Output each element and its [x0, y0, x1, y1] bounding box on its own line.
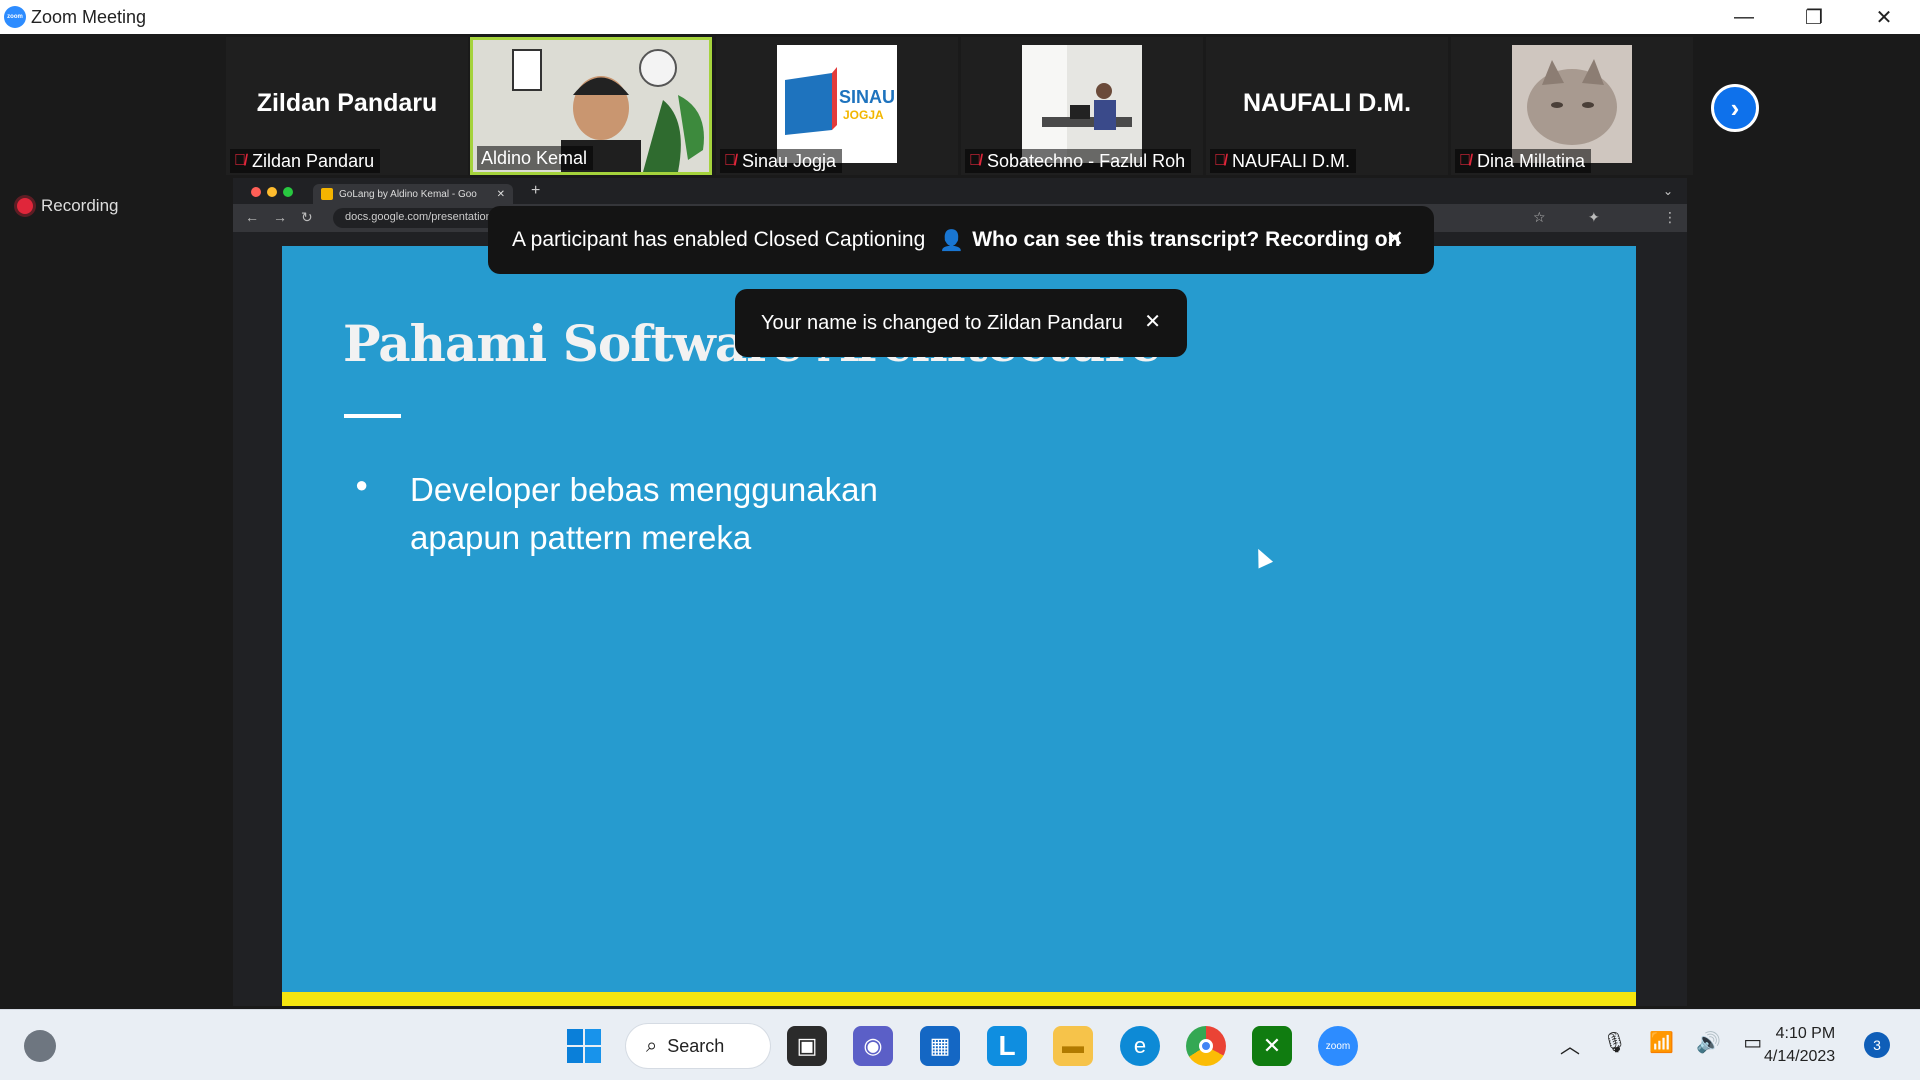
slide-bullet-line: apapun pattern mereka — [410, 519, 752, 556]
participant-tile-sinau-jogja[interactable]: SINAU JOGJA 🎙̸ Sinau Jogja — [716, 37, 958, 175]
cc-message: A participant has enabled Closed Caption… — [512, 228, 926, 251]
file-explorer-icon[interactable]: ▬ — [1053, 1026, 1093, 1066]
name-change-toast: Your name is changed to Zildan Pandaru ✕ — [735, 289, 1187, 357]
system-tray: ︿ 🎙 📶 🔊 ▭ — [1560, 1030, 1762, 1059]
slide-footer-bar — [282, 992, 1636, 1006]
browser-tab[interactable]: GoLang by Aldino Kemal - Goo ✕ — [313, 184, 513, 204]
participant-initial-name: NAUFALI D.M. — [1242, 89, 1412, 117]
battery-icon[interactable]: ▭ — [1743, 1030, 1762, 1059]
extensions-icon[interactable]: ✦ — [1588, 209, 1600, 226]
participant-tile-naufali[interactable]: NAUFALI D.M. 🎙̸ NAUFALI D.M. — [1206, 37, 1448, 175]
search-label: Search — [667, 1035, 725, 1056]
mic-muted-icon: 🎙̸ — [724, 152, 736, 169]
zoom-app-icon: zoom — [4, 6, 26, 28]
notification-badge[interactable]: 3 — [1864, 1032, 1890, 1058]
minimize-button[interactable]: — — [1709, 0, 1779, 34]
next-participants-button[interactable]: › — [1711, 84, 1759, 132]
participant-label: 🎙̸ Zildan Pandaru — [230, 149, 381, 173]
participant-tile-dina[interactable]: 🎙̸ Dina Millatina — [1451, 37, 1693, 175]
participant-label: 🎙̸ Dina Millatina — [1455, 149, 1592, 173]
svg-text:SINAU: SINAU — [839, 87, 895, 107]
speaker-icon[interactable]: 🔊 — [1696, 1030, 1721, 1059]
mic-muted-icon: 🎙̸ — [1459, 152, 1471, 169]
close-icon[interactable]: ✕ — [1386, 226, 1404, 252]
participant-label: Aldino Kemal — [477, 146, 594, 170]
participant-video — [1512, 45, 1632, 163]
participant-tile-aldino[interactable]: Aldino Kemal — [470, 37, 712, 175]
close-window-button[interactable]: ✕ — [1849, 0, 1919, 34]
transcript-visibility-link[interactable]: Who can see this transcript? Recording o… — [972, 228, 1400, 252]
closed-caption-banner: A participant has enabled Closed Caption… — [488, 206, 1434, 274]
chevron-right-icon: › — [1730, 92, 1740, 123]
participant-name: Aldino Kemal — [481, 147, 588, 168]
back-icon[interactable]: ← — [245, 209, 259, 225]
windows-start-icon[interactable] — [564, 1026, 604, 1066]
recording-label: Recording — [41, 196, 119, 215]
chevron-up-icon[interactable]: ︿ — [1560, 1030, 1580, 1059]
windows-taskbar: ⌕ Search ▣ ◉ ▦ L ▬ e ✕ zoom ︿ 🎙 📶 🔊 ▭ 4:… — [0, 1009, 1920, 1080]
tab-close-icon[interactable]: ✕ — [497, 189, 505, 200]
window-title: Zoom Meeting — [31, 7, 147, 27]
slide-title-underline — [344, 414, 401, 418]
participant-video — [1022, 45, 1142, 163]
slide-bullet-line: Developer bebas menggunakan — [410, 471, 878, 508]
svg-text:JOGJA: JOGJA — [843, 108, 884, 122]
star-icon[interactable]: ☆ — [1533, 209, 1546, 226]
task-view-icon[interactable]: ▣ — [787, 1026, 827, 1066]
browser-tab-title: GoLang by Aldino Kemal - Goo — [339, 188, 477, 200]
close-icon[interactable]: ✕ — [1144, 309, 1161, 334]
slide-bullet-text: Developer bebas menggunakan apapun patte… — [410, 466, 970, 562]
app-l-icon[interactable]: L — [987, 1026, 1027, 1066]
more-menu-icon[interactable]: ⋮ — [1663, 209, 1677, 226]
mic-muted-icon: 🎙̸ — [969, 152, 981, 169]
xbox-icon[interactable]: ✕ — [1252, 1026, 1292, 1066]
tab-search-icon[interactable]: ⌄ — [1663, 184, 1673, 198]
forward-icon[interactable]: → — [273, 209, 287, 225]
search-icon: ⌕ — [646, 1034, 658, 1057]
zoom-taskbar-label: zoom — [1325, 1040, 1351, 1052]
browser-tabstrip: GoLang by Aldino Kemal - Goo ✕ + ⌄ — [233, 178, 1687, 204]
slides-favicon-icon — [321, 188, 333, 200]
minimize-dot-icon[interactable] — [267, 187, 277, 197]
participant-tile-zildan[interactable]: Zildan Pandaru 🎙̸ Zildan Pandaru — [226, 37, 468, 175]
edge-browser-icon[interactable]: e — [1120, 1026, 1160, 1066]
recording-indicator[interactable]: Recording — [17, 196, 119, 216]
participant-label: 🎙̸ Sinau Jogja — [720, 149, 843, 173]
microsoft-store-icon[interactable]: ▦ — [920, 1026, 960, 1066]
microphone-icon[interactable]: 🎙 — [1602, 1030, 1627, 1059]
recording-dot-icon — [17, 198, 33, 214]
participant-name: Sinau Jogja — [742, 150, 837, 171]
sinau-jogja-logo: SINAU JOGJA — [777, 45, 897, 163]
reload-icon[interactable]: ↻ — [301, 209, 313, 226]
chrome-browser-icon[interactable] — [1186, 1026, 1226, 1066]
teams-chat-icon[interactable]: ◉ — [853, 1026, 893, 1066]
participant-name: Sobatechno - Fazlul Roh — [987, 150, 1186, 171]
name-change-message: Your name is changed to Zildan Pandaru — [761, 311, 1123, 334]
bullet-icon: ● — [355, 472, 369, 497]
weather-widget-icon[interactable] — [24, 1030, 56, 1062]
zoom-dot-icon[interactable] — [283, 187, 293, 197]
taskbar-search[interactable]: ⌕ Search — [626, 1024, 770, 1068]
people-icon: 👤 — [939, 229, 965, 252]
clock-time: 4:10 PM — [1775, 1025, 1836, 1042]
participant-label: 🎙̸ NAUFALI D.M. — [1210, 149, 1357, 173]
restore-button[interactable]: ❐ — [1779, 0, 1849, 34]
participant-tile-sobatechno[interactable]: 🎙̸ Sobatechno - Fazlul Roh — [961, 37, 1203, 175]
presentation-slide: Pahami Software Architecture ● Developer… — [282, 246, 1636, 1006]
wifi-icon[interactable]: 📶 — [1649, 1030, 1674, 1059]
participant-name: Dina Millatina — [1477, 150, 1586, 171]
zoom-taskbar-icon[interactable]: zoom — [1318, 1026, 1358, 1066]
participant-initial-name: Zildan Pandaru — [256, 89, 438, 117]
mic-muted-icon: 🎙̸ — [234, 152, 246, 169]
window-titlebar: zoom Zoom Meeting — ❐ ✕ — [0, 0, 1920, 34]
new-tab-icon[interactable]: + — [531, 182, 540, 200]
taskbar-clock[interactable]: 4:10 PM 4/14/2023 — [1764, 1022, 1835, 1068]
mic-muted-icon: 🎙̸ — [1214, 152, 1226, 169]
participant-label: 🎙̸ Sobatechno - Fazlul Roh — [965, 149, 1192, 173]
participant-name: NAUFALI D.M. — [1232, 150, 1351, 171]
close-dot-icon[interactable] — [251, 187, 261, 197]
clock-date: 4/14/2023 — [1764, 1048, 1836, 1065]
participant-name: Zildan Pandaru — [252, 150, 375, 171]
